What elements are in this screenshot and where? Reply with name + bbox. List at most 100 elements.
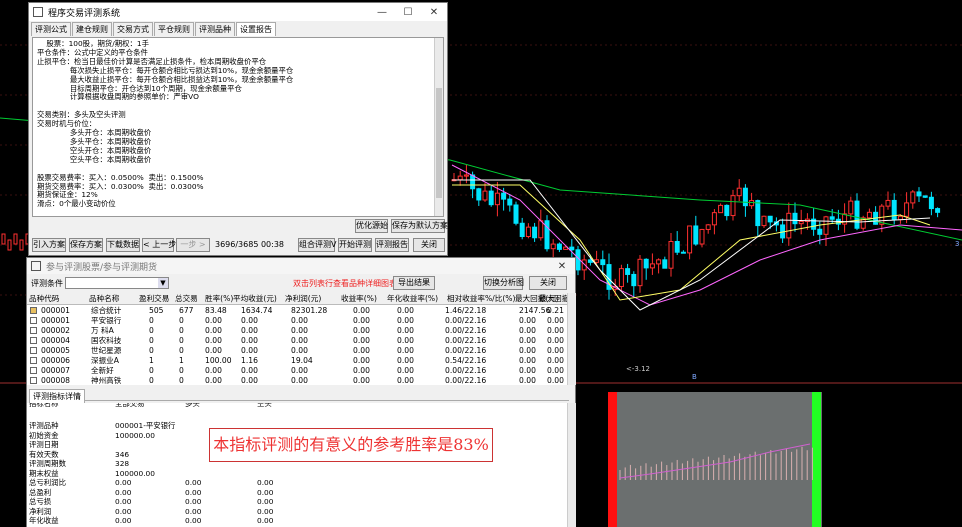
row-checkbox[interactable] [30,347,37,354]
export-results-button[interactable]: 导出结果 [393,276,435,290]
row-checkbox[interactable] [30,357,37,364]
eval-tabs: 评测公式 建仓规则 交易方式 平仓规则 评测品种 设置报告 [29,22,447,36]
detail-cell: 0.00 [185,497,202,506]
tab-open-rules[interactable]: 建仓规则 [72,22,112,36]
details-panel: 指标名称 全部交易 多头 空头 评测品种 000001-平安银行 初始资金 100000.00… [27,403,567,527]
tab-formula[interactable]: 评测公式 [31,22,71,36]
save-default-button[interactable]: 保存为默认方案 [391,219,448,233]
column-header[interactable]: 胜率(%) [205,293,233,304]
table-row[interactable]: 000001 综合统计 505 677 83.48 1634.74 82301.28 0.00… [27,305,567,315]
column-header[interactable]: 年化收益率(%) [387,293,438,304]
indicator-left-bar [608,392,617,527]
detail-cell: 0.00 [115,506,132,516]
column-header[interactable]: 平均收益(元) [233,293,277,304]
bottom-marker: B [692,373,697,381]
results-window-title: 参与评测股票/参与评测期货 [46,262,158,273]
results-titlebar[interactable]: 参与评测股票/参与评测期货 ✕ [27,258,575,274]
close-icon[interactable]: ✕ [421,7,447,18]
details-tab-bar: 评测指标详情 [29,389,569,403]
row-checkbox[interactable] [30,307,37,314]
detail-cell: 评测周期数 [29,459,66,468]
results-close-icon[interactable]: ✕ [549,261,575,272]
detail-header: 全部交易 [115,403,145,408]
table-row[interactable]: 000001 平安银行 0 0 0.00 0.00 0.00 0.00 0.00 0.00/22.… [27,315,567,325]
detail-cell: 0.00 [185,478,202,487]
switch-chart-button[interactable]: 切换分析图 [483,276,524,290]
column-header[interactable]: 最大回撤比(%) [539,293,590,304]
eval-titlebar[interactable]: 程序交易评测系统 — ☐ ✕ [29,3,447,21]
column-header[interactable]: 品种名称 [89,293,119,304]
combined-eval-button[interactable]: 组合评测V [298,238,336,252]
tab-instruments[interactable]: 评测品种 [195,22,235,36]
table-row[interactable]: 000006 深振业A 1 1 100.00 1.16 19.04 0.00 0.00 0.54/… [27,355,567,365]
detail-cell: 年化收益 [29,516,59,525]
column-header[interactable]: 净利润(元) [285,293,321,304]
table-cell: 0.00 [353,376,370,385]
tab-report-settings[interactable]: 设置报告 [236,22,276,36]
table-cell: 0.00/22.16 [445,376,487,385]
detail-header: 空头 [257,403,272,408]
table-cell: 0 [149,376,154,385]
progress-text: 3696/3685 00:38 [215,240,285,249]
row-checkbox[interactable] [30,317,37,324]
filter-dropdown[interactable]: ▼ [65,277,169,289]
table-row[interactable]: 000007 全新好 0 0 0.00 0.00 0.00 0.00 0.00 0.00/22.1… [27,365,567,375]
report-scrollbar[interactable] [434,38,443,216]
filter-label: 评测条件 [31,279,63,288]
close-eval-button[interactable]: 关闭 [413,238,445,252]
detail-cell: 0.00 [115,497,132,506]
minimize-icon[interactable]: — [369,7,395,18]
tab-details[interactable]: 评测指标详情 [29,389,85,403]
row-checkbox[interactable] [30,377,37,384]
detail-cell: 0.00 [185,487,202,497]
eval-window-title: 程序交易评测系统 [48,8,121,19]
table-cell: 000008 [41,376,70,385]
detail-cell: 0.00 [257,516,274,525]
results-scrollbar[interactable] [567,293,576,385]
table-row[interactable]: 000002 万 科A 0 0 0.00 0.00 0.00 0.00 0.00 0.00/22.… [27,325,567,335]
detail-cell: 净利润 [29,506,52,516]
chevron-down-icon[interactable]: ▼ [158,278,168,288]
detail-cell: 期末权益 [29,468,59,478]
evaluation-window: 程序交易评测系统 — ☐ ✕ 评测公式 建仓规则 交易方式 平仓规则 评测品种 … [28,2,448,256]
tab-close-rules[interactable]: 平仓规则 [154,22,194,36]
results-table[interactable]: 000001 综合统计 505 677 83.48 1634.74 82301.28 0.00… [27,305,567,385]
column-header[interactable]: 总交易 [175,293,198,304]
details-scrollbar[interactable] [567,403,576,527]
close-results-button[interactable]: 关闭 [529,276,567,290]
save-scheme-button[interactable]: 保存方案 [69,238,103,252]
detail-cell: 346 [115,449,130,459]
results-window-icon [31,261,41,271]
next-step-button[interactable]: 一步 > [176,238,210,252]
detail-cell: 0.00 [257,497,274,506]
column-header[interactable]: 收益率(%) [341,293,377,304]
results-toolbar: 评测条件 ▼ 双击列表行查看品种详细图表 导出结果 切换分析图 关闭 [27,276,575,292]
table-cell: 0.00 [205,376,222,385]
table-row[interactable]: 000008 神州高铁 0 0 0.00 0.00 0.00 0.00 0.00 0.00/22.… [27,375,567,385]
detail-cell: 0.00 [185,506,202,516]
optimize-source-button[interactable]: 优化源始 [355,219,388,233]
import-scheme-button[interactable]: 引入方案 [32,238,66,252]
column-header[interactable]: 盈利交易 [139,293,169,304]
row-checkbox[interactable] [30,367,37,374]
column-header[interactable]: 品种代码 [29,293,59,304]
row-checkbox[interactable] [30,327,37,334]
report-text-area[interactable]: 股票：100股，期货/期权：1手 平仓条件：公式中定义的平仓条件 止损平仓：检当… [32,37,444,217]
row-checkbox[interactable] [30,337,37,344]
tab-trade-mode[interactable]: 交易方式 [113,22,153,36]
indicator-right-bar [812,392,821,527]
low-price-label: <-3.12 [626,365,650,373]
table-row[interactable]: 000005 世纪星源 0 0 0.00 0.00 0.00 0.00 0.00 0.00/22.… [27,345,567,355]
table-row[interactable]: 000004 国农科技 0 0 0.00 0.00 0.00 0.00 0.00 0.00/22.… [27,335,567,345]
column-header[interactable]: 相对收益率%/比(%) [447,293,515,304]
prev-step-button[interactable]: < 上一步 [142,238,176,252]
window-icon [33,7,43,17]
detail-cell: 0.00 [185,516,202,525]
report-text: 股票：100股，期货/期权：1手 平仓条件：公式中定义的平仓条件 止损平仓：检当… [37,39,294,209]
results-table-header: 品种代码 品种名称 盈利交易 总交易 胜率(%) 平均收益(元) 净利润(元) 收益率(%) 年… [27,293,590,305]
start-eval-button[interactable]: 开始评测 [338,238,372,252]
maximize-icon[interactable]: ☐ [395,7,421,18]
table-cell: 神州高铁 [91,376,122,385]
download-data-button[interactable]: 下载数据 [106,238,140,252]
eval-report-button[interactable]: 评测报告 [375,238,409,252]
